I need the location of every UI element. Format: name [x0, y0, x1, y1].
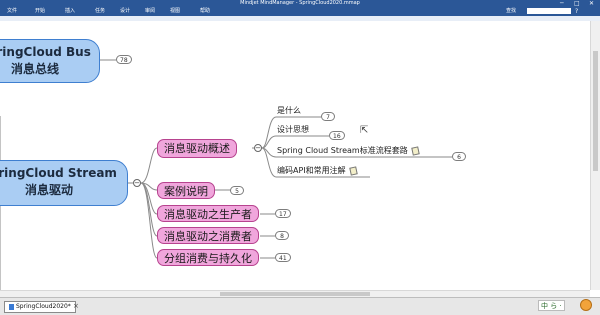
bus-node-title: SpringCloud Bus	[0, 45, 91, 59]
tray-app-icon[interactable]	[580, 299, 592, 311]
tab-home[interactable]: 开始	[35, 7, 45, 16]
tab-task[interactable]: 任务	[95, 7, 105, 16]
bus-node[interactable]: SpringCloud Bus 消息总线	[0, 39, 100, 83]
ime-indicator[interactable]: 中 ら ·	[538, 300, 565, 311]
stream-collapse-button[interactable]: −	[133, 179, 141, 187]
subtopic-process-label: Spring Cloud Stream标准流程套路	[277, 146, 408, 155]
document-tab-label: SpringCloud2020*	[16, 303, 71, 310]
overview-collapse-button[interactable]: −	[254, 144, 262, 152]
window-title: Mindjet MindManager - SpringCloud2020.mm…	[240, 0, 360, 6]
note-icon[interactable]	[410, 145, 420, 156]
subtopic-process[interactable]: Spring Cloud Stream标准流程套路	[277, 145, 420, 156]
group-count-badge[interactable]: 41	[275, 253, 291, 262]
stream-node-subtitle: 消息驱动	[24, 183, 73, 197]
topic-cases[interactable]: 案例说明	[157, 182, 215, 199]
map-file-icon	[9, 303, 14, 310]
topic-consumer[interactable]: 消息驱动之消费者	[157, 227, 259, 244]
subtopic-api[interactable]: 编码API和常用注解	[277, 165, 358, 176]
subtopic-design-idea[interactable]: 设计思想	[277, 124, 309, 135]
vertical-scroll-thumb[interactable]	[593, 51, 598, 171]
bus-node-subtitle: 消息总线	[10, 62, 59, 76]
what-count-badge[interactable]: 7	[321, 112, 335, 121]
note-icon[interactable]	[348, 165, 358, 176]
horizontal-scrollbar[interactable]	[0, 290, 590, 297]
tab-view[interactable]: 视图	[170, 7, 180, 16]
stream-node[interactable]: SpringCloud Stream 消息驱动	[0, 160, 128, 206]
title-bar: Mindjet MindManager - SpringCloud2020.mm…	[0, 0, 600, 7]
minimize-icon[interactable]: ─	[560, 0, 564, 7]
mouse-cursor-icon: ⇱	[360, 125, 369, 136]
tab-help[interactable]: 帮助	[200, 7, 210, 16]
sub-line-api	[261, 147, 277, 178]
vertical-scrollbar[interactable]	[590, 21, 600, 290]
ribbon-tab-bar: 文件 开始 插入 任务 设计 审阅 视图 帮助 查找 ?	[0, 7, 600, 16]
tab-close-icon[interactable]: ×	[73, 301, 79, 311]
stream-node-title: SpringCloud Stream	[0, 166, 117, 180]
help-icon[interactable]: ?	[575, 7, 578, 16]
topic-overview[interactable]: 消息驱动概述	[157, 139, 237, 158]
mind-map-canvas[interactable]: SpringCloud Bus 消息总线 78 SpringCloud Stre…	[0, 21, 590, 290]
subtopic-what[interactable]: 是什么	[277, 105, 301, 116]
tab-design[interactable]: 设计	[120, 7, 130, 16]
topic-producer[interactable]: 消息驱动之生产者	[157, 205, 259, 222]
tab-insert[interactable]: 插入	[65, 7, 75, 16]
cases-count-badge[interactable]: 5	[230, 186, 244, 195]
consumer-count-badge[interactable]: 8	[275, 231, 289, 240]
bus-count-badge[interactable]: 78	[116, 55, 132, 64]
tab-review[interactable]: 审阅	[145, 7, 155, 16]
search-input[interactable]	[527, 8, 571, 14]
topic-group-persistence[interactable]: 分组消费与持久化	[157, 249, 259, 266]
search-label: 查找	[506, 8, 517, 14]
design-count-badge[interactable]: 16	[329, 131, 345, 140]
document-tab-bar: SpringCloud2020* × 中 ら ·	[0, 297, 600, 315]
branch-line-consumer	[140, 182, 158, 237]
close-icon[interactable]: ✕	[589, 0, 594, 7]
maximize-icon[interactable]: □	[574, 0, 580, 7]
horizontal-scroll-thumb[interactable]	[220, 292, 370, 296]
subtopic-api-label: 编码API和常用注解	[277, 166, 346, 175]
branch-line-overview	[140, 147, 158, 184]
process-count-badge[interactable]: 6	[452, 152, 466, 161]
document-tab[interactable]: SpringCloud2020*	[4, 301, 76, 313]
sub-line-what	[261, 116, 277, 149]
producer-count-badge[interactable]: 17	[275, 209, 291, 218]
tab-file[interactable]: 文件	[7, 7, 17, 16]
branch-line-producer	[140, 182, 158, 215]
